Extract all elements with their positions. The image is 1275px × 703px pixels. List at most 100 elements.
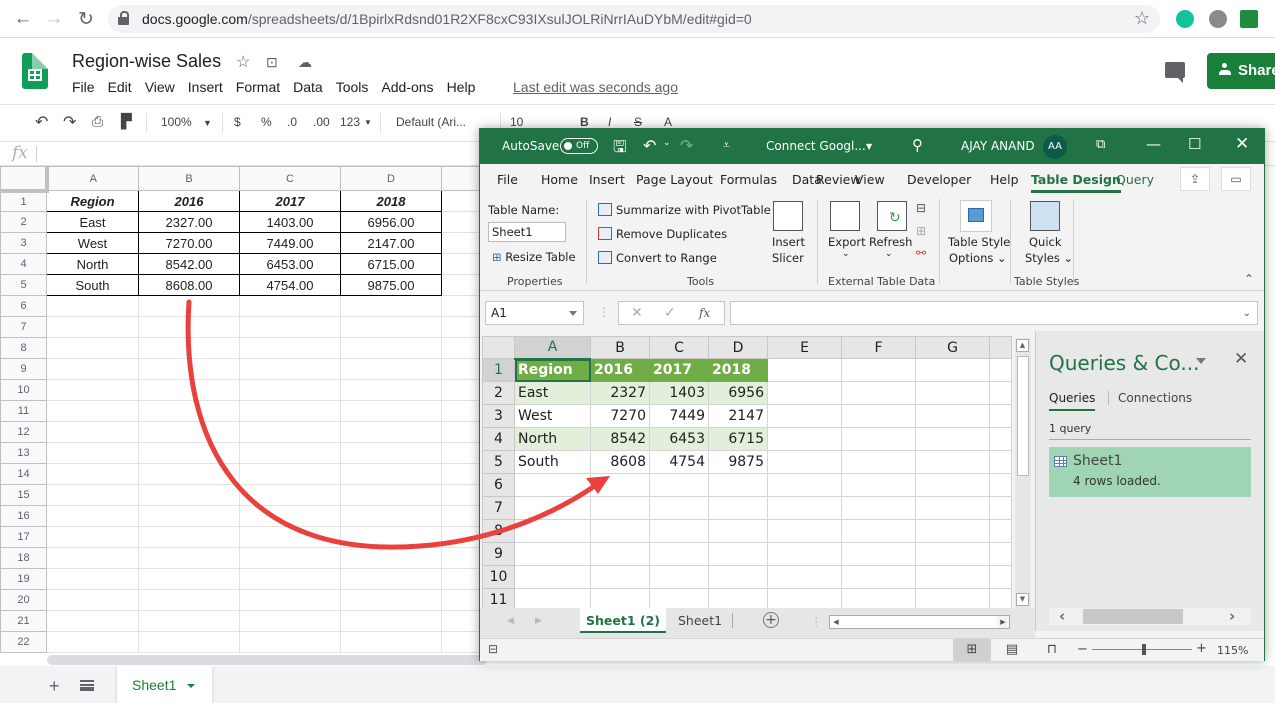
comment-history-icon[interactable]	[1165, 62, 1185, 83]
cell[interactable]	[989, 519, 1012, 543]
quick-styles-icon[interactable]	[1030, 201, 1060, 231]
cell[interactable]	[46, 400, 139, 422]
share-button[interactable]: Share	[1207, 53, 1275, 89]
sheets-grid[interactable]: A B C D 1 Region 2016 2017 2018 2 East 2327.00 1403.…	[0, 166, 502, 653]
cell[interactable]	[46, 358, 139, 380]
close-pane-icon[interactable]: ✕	[1234, 349, 1248, 369]
column-header[interactable]: A	[46, 166, 139, 191]
menu-help[interactable]: Help	[447, 79, 476, 95]
customize-qat-icon[interactable]: ⩡	[723, 138, 730, 153]
menu-edit[interactable]: Edit	[108, 79, 132, 95]
ribbon-tab-insert[interactable]: Insert	[589, 172, 625, 187]
cell[interactable]	[46, 631, 139, 653]
cell[interactable]	[841, 565, 916, 589]
search-icon[interactable]: ⚲	[912, 136, 923, 154]
address-bar[interactable]: docs.google.com/spreadsheets/d/1BpirlxRd…	[108, 5, 1160, 33]
cell[interactable]: 8542.00	[138, 253, 240, 275]
cell[interactable]	[708, 565, 768, 589]
cell[interactable]	[239, 421, 341, 443]
quick-styles-label-2[interactable]: Styles ⌄	[1025, 251, 1073, 265]
cell[interactable]	[239, 526, 341, 548]
cell[interactable]	[239, 505, 341, 527]
scroll-down-icon[interactable]: ▼	[1016, 593, 1029, 606]
sheets-logo-icon[interactable]	[22, 53, 48, 89]
cell[interactable]	[841, 358, 916, 382]
hscroll-left-icon[interactable]: ◀	[830, 616, 842, 628]
cell[interactable]	[340, 442, 442, 464]
cell[interactable]	[239, 400, 341, 422]
cell[interactable]	[915, 565, 990, 589]
row-header[interactable]: 5	[0, 274, 47, 296]
cell[interactable]: Region	[514, 358, 591, 382]
cell[interactable]: 4754.00	[239, 274, 341, 296]
cell[interactable]	[841, 381, 916, 405]
excel-grid[interactable]: A B C D E F G 1 Region 2016 2017 2018 2 East 2327 1403 6…	[482, 336, 1012, 612]
cell[interactable]	[767, 450, 842, 474]
comments-icon[interactable]: ▭	[1221, 167, 1251, 191]
paint-format-icon[interactable]: ▛	[121, 113, 132, 130]
cell[interactable]	[708, 519, 768, 543]
cell[interactable]	[239, 295, 341, 317]
row-header[interactable]: 6	[482, 473, 515, 497]
tab-queries[interactable]: Queries	[1049, 391, 1096, 411]
cell[interactable]	[340, 484, 442, 506]
row-header[interactable]: 9	[482, 542, 515, 566]
cell[interactable]	[138, 358, 240, 380]
last-edit-link[interactable]: Last edit was seconds ago	[513, 79, 678, 95]
cell[interactable]	[649, 565, 709, 589]
ribbon-tab-developer[interactable]: Developer	[907, 172, 971, 187]
cell[interactable]	[989, 473, 1012, 497]
tab-splitter-icon[interactable]: ⋮	[810, 614, 823, 629]
row-header[interactable]: 7	[482, 496, 515, 520]
cell[interactable]	[239, 316, 341, 338]
share-icon[interactable]: ⇪	[1180, 167, 1210, 191]
confirm-entry-icon[interactable]: ✓	[664, 305, 676, 321]
cell[interactable]	[767, 473, 842, 497]
cell[interactable]	[340, 337, 442, 359]
cell[interactable]: 4754	[649, 450, 709, 474]
back-icon[interactable]: ←	[12, 8, 34, 30]
insert-slicer-label-2[interactable]: Slicer	[772, 251, 804, 265]
cell[interactable]	[138, 421, 240, 443]
cancel-entry-icon[interactable]: ✕	[631, 305, 643, 321]
scroll-thumb[interactable]	[1017, 356, 1029, 476]
maximize-icon[interactable]: ☐	[1188, 135, 1201, 153]
cell[interactable]	[46, 442, 139, 464]
pane-scroll-thumb[interactable]	[1083, 609, 1183, 624]
export-button[interactable]: Export	[828, 235, 866, 249]
bold-button[interactable]: B	[580, 115, 589, 129]
column-header[interactable]: F	[841, 336, 916, 359]
remove-duplicates-button[interactable]: Remove Duplicates	[598, 227, 727, 241]
open-in-browser-icon[interactable]: ⊞	[916, 224, 926, 238]
zoom-out-button[interactable]: −	[1077, 642, 1088, 657]
cell[interactable]	[46, 526, 139, 548]
decrease-decimal-button[interactable]: .0	[287, 115, 297, 129]
undo-icon[interactable]: ↶	[643, 136, 656, 155]
cell[interactable]	[590, 496, 650, 520]
row-header[interactable]: 1	[482, 358, 515, 382]
row-header[interactable]: 11	[0, 400, 47, 422]
cell[interactable]	[989, 496, 1012, 520]
cell[interactable]	[239, 589, 341, 611]
select-all-corner[interactable]	[0, 166, 49, 193]
redo-icon[interactable]: ↷	[680, 136, 693, 155]
cell[interactable]	[138, 484, 240, 506]
row-header[interactable]: 3	[482, 404, 515, 428]
undo-icon[interactable]: ↶	[35, 112, 48, 132]
cell[interactable]: West	[514, 404, 591, 428]
insert-slicer-icon[interactable]	[773, 201, 803, 231]
horizontal-scrollbar[interactable]	[47, 655, 487, 665]
cell[interactable]	[340, 568, 442, 590]
cell[interactable]: 6715	[708, 427, 768, 451]
menu-file[interactable]: File	[72, 79, 95, 95]
ribbon-tab-file[interactable]: File	[497, 172, 518, 187]
page-layout-view-icon[interactable]: ▤	[993, 639, 1031, 661]
close-icon[interactable]: ✕	[1235, 134, 1249, 154]
cell[interactable]	[708, 473, 768, 497]
tab-connections[interactable]: Connections	[1108, 391, 1192, 405]
resize-table-button[interactable]: ⊞ Resize Table	[492, 250, 576, 264]
sheet-tab-sheet1[interactable]: Sheet1	[668, 613, 734, 628]
cell[interactable]	[138, 316, 240, 338]
cell[interactable]	[138, 337, 240, 359]
strikethrough-button[interactable]: S	[634, 115, 642, 129]
